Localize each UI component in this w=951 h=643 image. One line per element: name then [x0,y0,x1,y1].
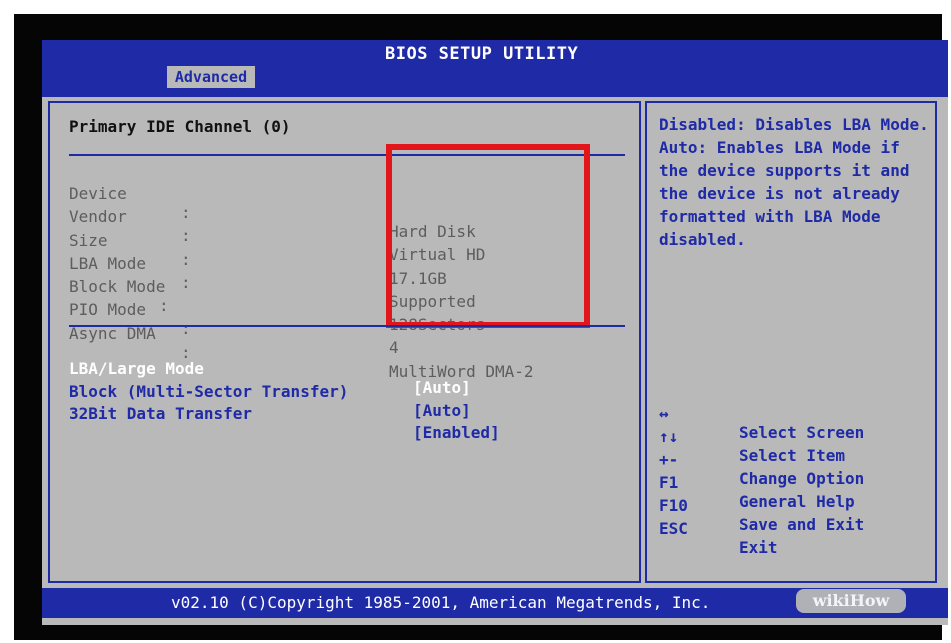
main-panel: Primary IDE Channel (0) Device : Hard Di… [48,101,641,583]
key-row-select-screen: ↔ Select Screen [659,385,931,442]
help-description: Disabled: Disables LBA Mode. Auto: Enabl… [659,115,929,249]
bios-window: BIOS SETUP UTILITY Advanced Primary IDE … [42,40,948,625]
key-row-exit: ESC Exit [659,500,931,557]
bios-title: BIOS SETUP UTILITY [385,44,579,64]
esc-key: ESC [659,519,688,538]
bios-footer: v02.10 (C)Copyright 1985-2001, American … [42,588,948,618]
key-row-change-option: +- Change Option [659,431,931,488]
setting-lba-large-mode[interactable]: LBA/Large Mode [Auto] [69,340,629,397]
key-legend: ↔ Select Screen ↑↓ Select Item +- Change… [659,385,931,557]
copyright-text: v02.10 (C)Copyright 1985-2001, American … [171,593,711,612]
key-row-general-help: F1 General Help [659,454,931,511]
setting-label: 32Bit Data Transfer [69,404,253,423]
key-row-save-exit: F10 Save and Exit [659,477,931,534]
help-panel: Disabled: Disables LBA Mode. Auto: Enabl… [645,101,937,583]
setting-32bit-transfer[interactable]: 32Bit Data Transfer [Enabled] [69,385,629,442]
tab-advanced[interactable]: Advanced [167,66,255,88]
key-description: Exit [739,538,778,557]
bios-header: BIOS SETUP UTILITY Advanced [42,40,948,97]
divider-bottom [69,325,625,327]
watermark-logo: wikiHow [796,589,906,613]
key-row-select-item: ↑↓ Select Item [659,408,931,465]
setting-value[interactable]: [Enabled] [413,423,500,442]
section-title: Primary IDE Channel (0) [69,117,291,136]
setting-block-transfer[interactable]: Block (Multi-Sector Transfer) [Auto] [69,363,629,420]
highlight-box [386,144,590,328]
settings-list: LBA/Large Mode [Auto] Block (Multi-Secto… [69,340,629,442]
